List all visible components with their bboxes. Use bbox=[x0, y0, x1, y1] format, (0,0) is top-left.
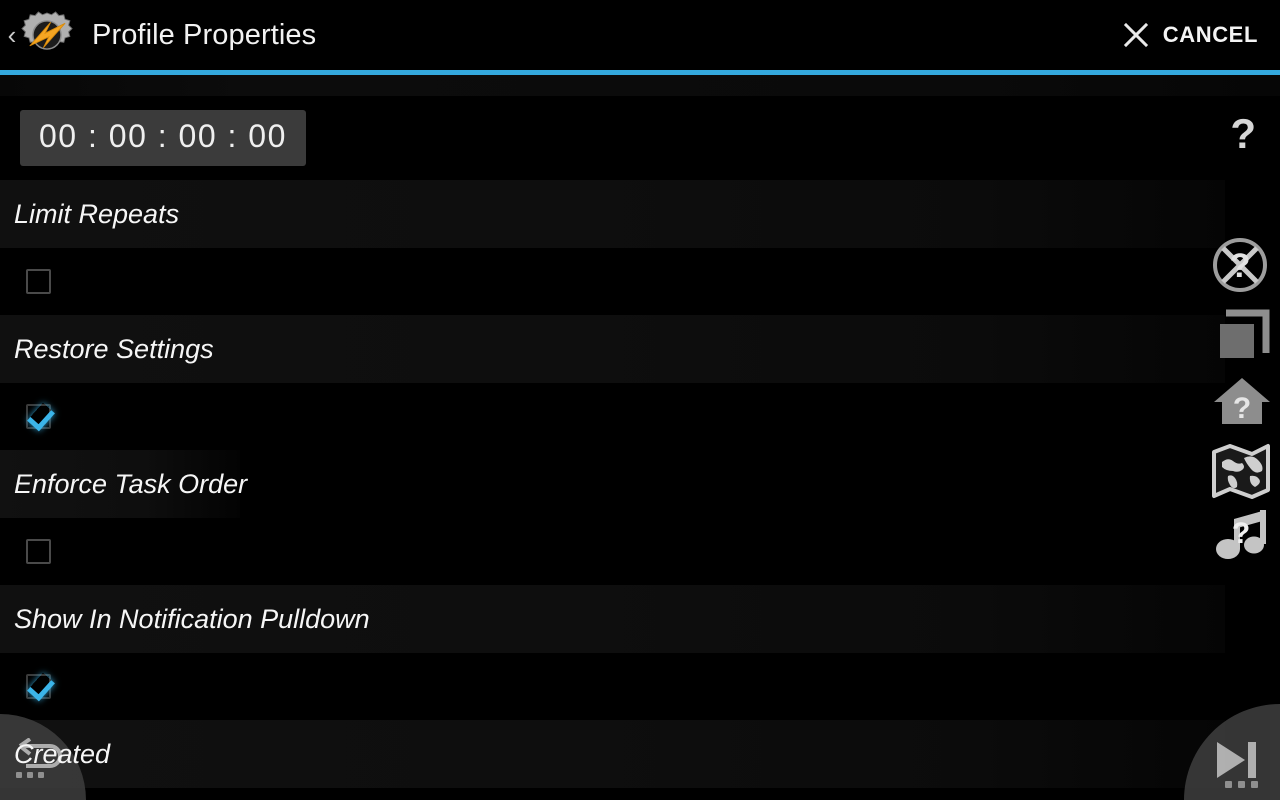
clipped-row-above bbox=[0, 75, 1280, 96]
header-band bbox=[0, 720, 1225, 788]
profile-properties-screen: ‹ Profile Properties CANCEL 00 : 00 : 00… bbox=[0, 0, 1280, 800]
svg-text:?: ? bbox=[1232, 517, 1250, 550]
no-tools-question-icon[interactable]: ? bbox=[1208, 233, 1272, 297]
skip-overflow-dots bbox=[1225, 781, 1258, 788]
show-in-notification-pulldown-row[interactable] bbox=[0, 653, 1280, 720]
music-note-question-icon[interactable]: ? bbox=[1212, 505, 1272, 565]
skip-to-end-icon bbox=[1217, 742, 1256, 778]
settings-list: 00 : 00 : 00 : 00 Limit Repeats Restore … bbox=[0, 75, 1280, 800]
enforce-task-order-header: Enforce Task Order bbox=[0, 450, 1280, 518]
enforce-task-order-row[interactable] bbox=[0, 518, 1280, 585]
show-in-notification-pulldown-header: Show In Notification Pulldown bbox=[0, 585, 1280, 653]
cancel-button[interactable]: CANCEL bbox=[1121, 20, 1258, 50]
restore-settings-label: Restore Settings bbox=[14, 333, 214, 364]
restore-settings-row[interactable] bbox=[0, 383, 1280, 450]
svg-text:?: ? bbox=[1230, 247, 1251, 285]
header-band bbox=[0, 180, 1225, 248]
created-row: 6-22-2014 13.43 bbox=[0, 788, 1280, 800]
enforce-task-order-checkbox[interactable] bbox=[26, 539, 51, 564]
created-header: Created bbox=[0, 720, 1280, 788]
limit-repeats-header: Limit Repeats bbox=[0, 180, 1280, 248]
limit-repeats-row[interactable] bbox=[0, 248, 1280, 315]
home-question-icon[interactable]: ? bbox=[1212, 372, 1272, 430]
close-x-icon bbox=[1123, 22, 1148, 48]
world-map-icon[interactable] bbox=[1210, 440, 1272, 502]
limit-repeats-label: Limit Repeats bbox=[14, 198, 180, 229]
title-bar: ‹ Profile Properties CANCEL bbox=[0, 0, 1280, 70]
cancel-button-label: CANCEL bbox=[1162, 22, 1258, 47]
undo-overflow-dots bbox=[16, 772, 44, 778]
restore-settings-checkbox[interactable] bbox=[26, 404, 51, 429]
time-field-row: 00 : 00 : 00 : 00 bbox=[0, 96, 1280, 180]
time-input[interactable]: 00 : 00 : 00 : 00 bbox=[20, 110, 306, 166]
enforce-task-order-label: Enforce Task Order bbox=[14, 468, 248, 499]
limit-repeats-checkbox[interactable] bbox=[26, 269, 51, 294]
question-mark-icon[interactable]: ? bbox=[1230, 113, 1256, 155]
duplicate-copy-icon[interactable] bbox=[1214, 307, 1272, 365]
page-title: Profile Properties bbox=[92, 18, 317, 51]
restore-settings-header: Restore Settings bbox=[0, 315, 1280, 383]
show-in-notification-pulldown-checkbox[interactable] bbox=[26, 674, 51, 699]
svg-text:?: ? bbox=[1233, 392, 1251, 425]
tasker-gear-logo-icon[interactable] bbox=[18, 6, 76, 64]
created-label: Created bbox=[14, 738, 111, 769]
show-in-notification-pulldown-label: Show In Notification Pulldown bbox=[14, 603, 370, 634]
